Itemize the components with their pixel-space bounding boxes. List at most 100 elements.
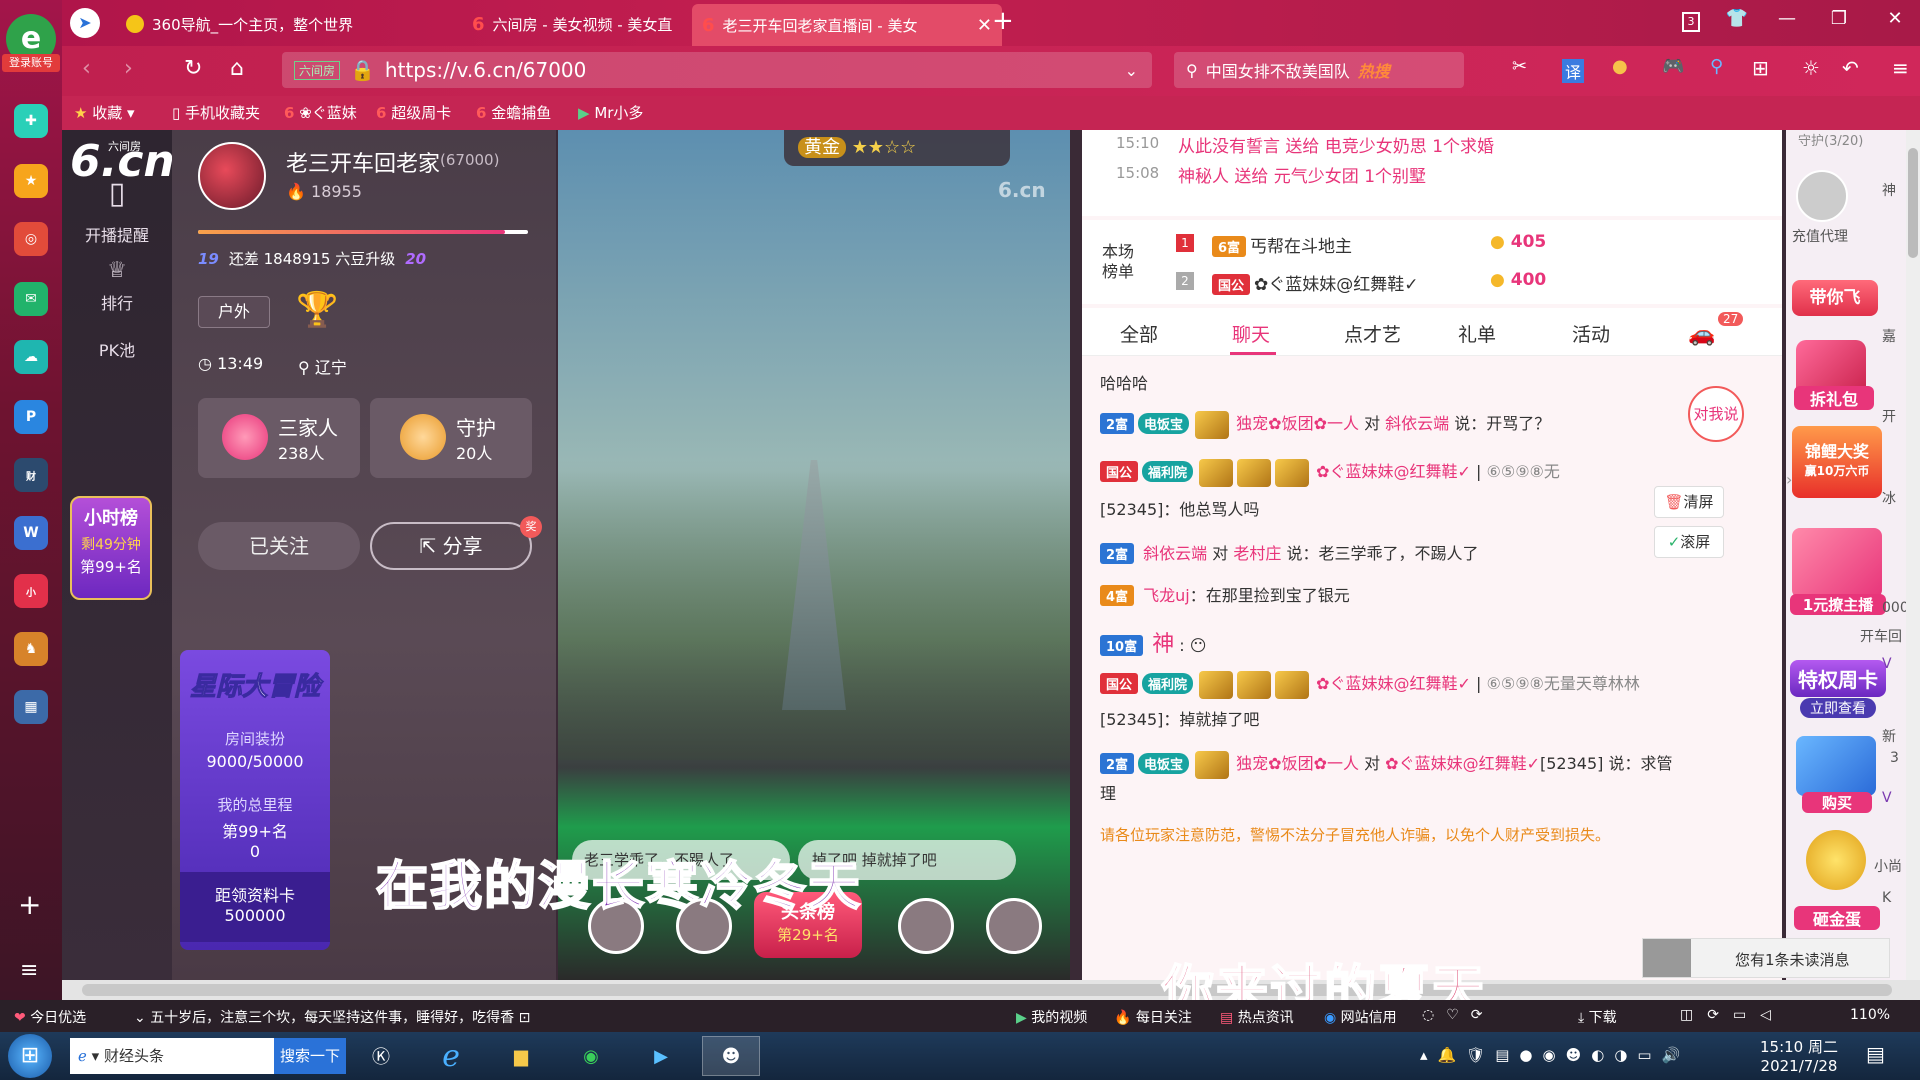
refresh-icon[interactable]: ↻ — [184, 56, 202, 81]
nav-pk[interactable]: PK池 — [82, 340, 152, 362]
viewer-avatar[interactable] — [898, 898, 954, 954]
buy-button[interactable]: 购买 — [1802, 792, 1872, 813]
search-once-button[interactable]: 搜索一下 — [274, 1038, 346, 1074]
word-icon[interactable]: W — [14, 516, 48, 550]
bookmark-favorites[interactable]: ★ 收藏 ▾ — [74, 102, 135, 123]
back-icon[interactable]: ‹ — [82, 56, 91, 81]
tab-gifts[interactable]: 礼单 — [1458, 320, 1496, 347]
search-box[interactable]: ⚲ 中国女排不敌美国队 热搜 — [1174, 52, 1464, 88]
close-tab-icon[interactable]: ✕ — [977, 15, 992, 36]
chat-user[interactable]: 独宠✿饭团✿一人 — [1236, 754, 1359, 773]
tab-live[interactable]: 6 老三开车回老家直播间 - 美女 ✕ — [692, 4, 1002, 46]
login-button[interactable]: 登录账号 — [2, 54, 60, 72]
news-ticker[interactable]: ⌄ 五十岁后，注意三个坎，每天坚持这件事，睡得好，吃得香 ⊡ — [134, 1007, 530, 1027]
tray-icons[interactable]: ▴🔔🛡▤●◉☻◐◑▭🔊 — [1420, 1046, 1690, 1064]
game-icon[interactable]: ♞ — [14, 632, 48, 666]
brightness-icon[interactable]: ☼ — [1802, 56, 1820, 80]
clear-screen-button[interactable]: 🗑清屏 — [1654, 486, 1724, 518]
ranking-row[interactable]: 6富 丐帮在斗地主 — [1212, 232, 1352, 257]
find-icon[interactable]: ⚲ — [1710, 56, 1723, 77]
chat-user[interactable]: ✿ぐ蓝妹妹@红舞鞋✓ — [1316, 674, 1471, 693]
status-my-video[interactable]: ▶ 我的视频 — [1016, 1007, 1087, 1027]
viewer-avatar[interactable] — [986, 898, 1042, 954]
bookmark-mr[interactable]: ▶ Mr小多 — [578, 102, 643, 123]
chat-target[interactable]: ✿ぐ蓝妹妹@红舞鞋✓ — [1385, 754, 1540, 773]
finance-icon[interactable]: 财 — [14, 458, 48, 492]
share-button[interactable]: ⇱ 分享 — [370, 522, 532, 570]
home-icon[interactable]: ⌂ — [230, 56, 244, 81]
translate-icon[interactable]: 译 — [1562, 59, 1585, 83]
chat-target[interactable]: 斜依云端 — [1385, 414, 1449, 433]
mail-icon[interactable]: ✉ — [14, 282, 48, 316]
collapse-arrow-icon[interactable]: › — [1786, 470, 1800, 500]
nav-ranking[interactable]: 排行 — [62, 290, 172, 314]
send-icon[interactable]: ➤ — [70, 8, 100, 38]
talk-to-me-button[interactable]: 对我说 — [1688, 386, 1744, 442]
tag-outdoor[interactable]: 户外 — [198, 296, 270, 328]
anchor-avatar[interactable] — [198, 142, 266, 210]
chat-user[interactable]: 飞龙uj — [1143, 586, 1190, 605]
followed-button[interactable]: 已关注 — [198, 522, 360, 570]
cloud-icon[interactable]: ☁ — [14, 340, 48, 374]
tab-all[interactable]: 全部 — [1120, 320, 1158, 347]
page-scrollbar[interactable] — [1906, 130, 1920, 980]
unread-message-bar[interactable]: 您有1条未读消息 — [1642, 938, 1890, 978]
tab-360[interactable]: 360导航_一个主页，整个世界 — [116, 6, 456, 42]
ie-browser-icon[interactable]: ℯ — [422, 1036, 480, 1076]
shirt-icon[interactable]: 👕 — [1722, 8, 1752, 29]
status-hot-news[interactable]: ▤ 热点资讯 — [1220, 1007, 1294, 1027]
add-app-icon[interactable]: ✚ — [14, 104, 48, 138]
chat-user[interactable]: 独宠✿饭团✿一人 — [1236, 414, 1359, 433]
nav-live-reminder[interactable]: 开播提醒 — [62, 222, 172, 246]
guard-card[interactable]: 守护 20人 — [370, 398, 532, 478]
ranking-row[interactable]: 国公 ✿ぐ蓝妹妹@红舞鞋✓ — [1212, 270, 1419, 295]
restore-icon[interactable]: ❐ — [1824, 8, 1854, 29]
add-icon[interactable]: + — [18, 888, 41, 921]
chat-target[interactable]: 老村庄 — [1233, 544, 1281, 563]
bookmark-mobile[interactable]: ▯ 手机收藏夹 — [172, 102, 260, 123]
chat-user[interactable]: 斜依云端 — [1143, 544, 1207, 563]
city-icon[interactable]: ▦ — [14, 690, 48, 724]
car-icon[interactable]: 🚗 — [1688, 322, 1715, 347]
bookmark-lanmei[interactable]: 6 ❀ぐ蓝妹 — [284, 102, 357, 123]
promo-card[interactable]: 星际大冒险 房间装扮 9000/50000 我的总里程 第99+名 0 距领资料… — [180, 650, 330, 950]
clock[interactable]: 15:10 周二 2021/7/28 — [1760, 1036, 1838, 1075]
minimize-icon[interactable]: — — [1772, 8, 1802, 29]
bookmark-weekcard[interactable]: 6 超级周卡 — [376, 102, 451, 123]
bookmark-fishing[interactable]: 6 金蟾捕鱼 — [476, 102, 551, 123]
player-icon[interactable]: ▶ — [632, 1036, 690, 1076]
dropdown-icon[interactable]: ⌄ — [1125, 61, 1138, 80]
view-now-button[interactable]: 立即查看 — [1800, 698, 1876, 718]
status-download[interactable]: ⤓ 下载 — [1578, 1007, 1617, 1027]
menu-icon[interactable]: ≡ — [1892, 56, 1909, 80]
gamepad-icon[interactable]: 🎮 — [1662, 56, 1684, 77]
horizontal-scrollbar[interactable] — [62, 980, 1920, 1000]
coin-icon[interactable]: ● — [1612, 56, 1628, 77]
zoom-level[interactable]: 110% — [1850, 1007, 1890, 1023]
chat-user[interactable]: ✿ぐ蓝妹妹@红舞鞋✓ — [1316, 462, 1471, 481]
p-app-icon[interactable]: P — [14, 400, 48, 434]
forward-icon[interactable]: › — [124, 56, 133, 81]
today-picks[interactable]: ❤ 今日优选 — [14, 1007, 86, 1027]
status-credit[interactable]: ◉ 网站信用 — [1324, 1007, 1397, 1027]
notification-icon[interactable]: ▤ — [1866, 1042, 1885, 1066]
mini-game-icon[interactable]: 小 — [14, 574, 48, 608]
menu-list-icon[interactable]: ≡ — [20, 958, 38, 983]
new-tab-icon[interactable]: + — [992, 6, 1014, 36]
tab-talent[interactable]: 点才艺 — [1344, 320, 1401, 347]
grid-icon[interactable]: ⊞ — [1752, 56, 1769, 80]
k-app-icon[interactable]: Ⓚ — [352, 1036, 410, 1076]
folder-icon[interactable]: ▆ — [492, 1036, 550, 1076]
scissors-icon[interactable]: ✂ — [1512, 56, 1527, 77]
close-window-icon[interactable]: ✕ — [1880, 8, 1910, 29]
family-card[interactable]: 三家人 238人 — [198, 398, 360, 478]
open-gift-promo[interactable]: 拆礼包 — [1794, 386, 1874, 410]
undo-icon[interactable]: ↶ — [1842, 56, 1859, 80]
favorite-star-icon[interactable]: ★ — [14, 164, 48, 198]
tab-events[interactable]: 活动 — [1572, 320, 1610, 347]
smash-egg-button[interactable]: 砸金蛋 — [1794, 906, 1880, 930]
taskbar-search[interactable]: ℯ ▾ 财经头条 — [70, 1038, 274, 1074]
hour-rank-card[interactable]: 小时榜 剩49分钟 第99+名 — [70, 496, 152, 600]
status-right-icons[interactable]: ◫⟳▭◁ — [1680, 1007, 1785, 1023]
360-browser-icon[interactable]: ◉ — [562, 1036, 620, 1076]
